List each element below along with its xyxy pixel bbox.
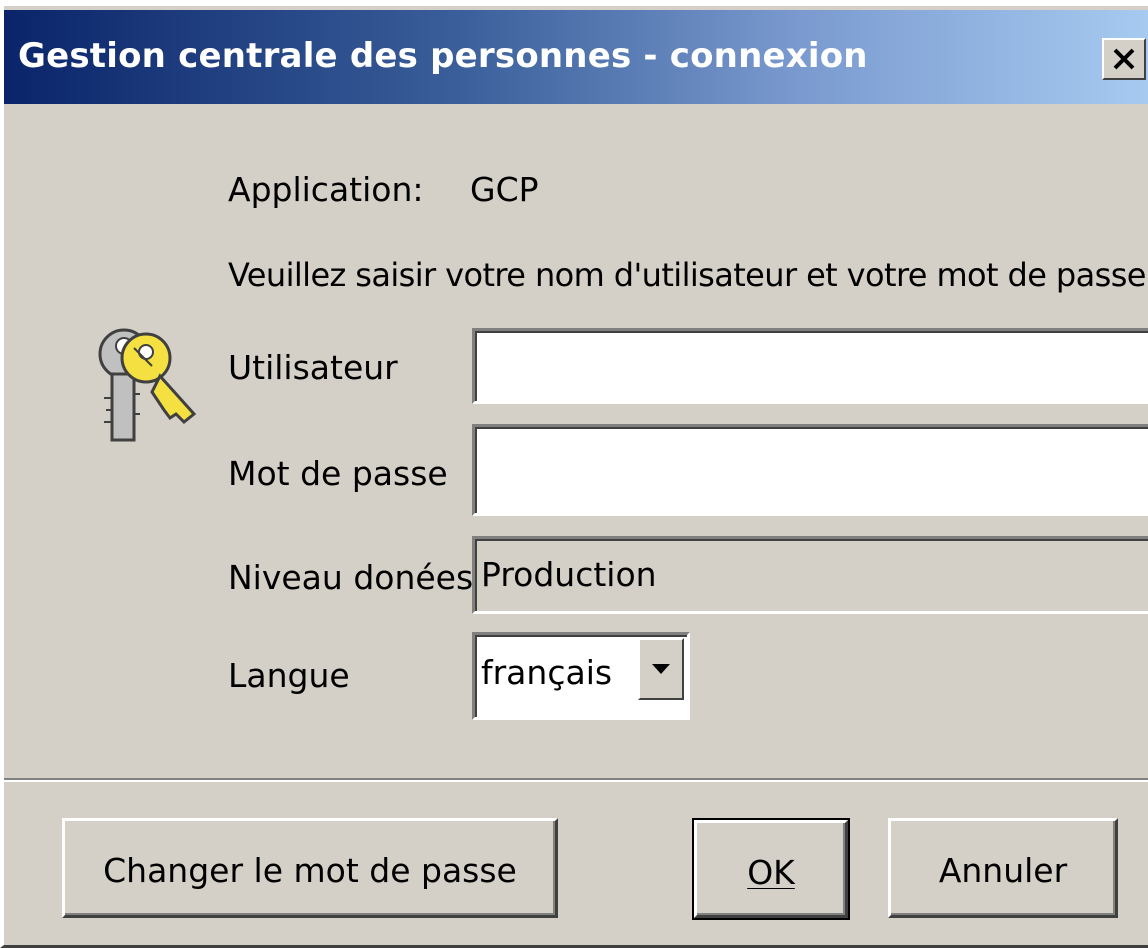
change-password-label: Changer le mot de passe bbox=[103, 851, 517, 890]
close-icon bbox=[1113, 48, 1135, 70]
close-button[interactable] bbox=[1102, 38, 1146, 80]
language-dropdown-button[interactable] bbox=[638, 638, 684, 700]
cancel-button[interactable]: Annuler bbox=[888, 818, 1118, 918]
data-level-value: Production bbox=[481, 555, 657, 594]
keys-icon bbox=[98, 328, 197, 442]
data-level-field: Production bbox=[472, 536, 1148, 614]
password-label: Mot de passe bbox=[228, 454, 448, 493]
language-select[interactable]: français bbox=[472, 632, 690, 720]
data-level-label: Niveau donées bbox=[228, 558, 474, 597]
ok-label: OK bbox=[747, 853, 795, 892]
ok-button[interactable]: OK bbox=[692, 818, 850, 920]
user-label: Utilisateur bbox=[228, 348, 398, 387]
application-label: Application: bbox=[228, 170, 424, 209]
cancel-label: Annuler bbox=[938, 851, 1068, 890]
title-bar[interactable]: Gestion centrale des personnes - connexi… bbox=[4, 10, 1148, 104]
login-dialog: Gestion centrale des personnes - connexi… bbox=[0, 0, 1148, 948]
window-title: Gestion centrale des personnes - connexi… bbox=[18, 36, 868, 76]
password-field[interactable] bbox=[472, 424, 1148, 516]
language-value: français bbox=[481, 653, 613, 692]
user-field[interactable] bbox=[472, 328, 1148, 404]
separator bbox=[4, 778, 1148, 782]
change-password-button[interactable]: Changer le mot de passe bbox=[62, 818, 558, 918]
application-value: GCP bbox=[470, 170, 539, 209]
language-label: Langue bbox=[228, 656, 350, 695]
instruction-text: Veuillez saisir votre nom d'utilisateur … bbox=[228, 256, 1148, 294]
chevron-down-icon bbox=[652, 664, 670, 674]
